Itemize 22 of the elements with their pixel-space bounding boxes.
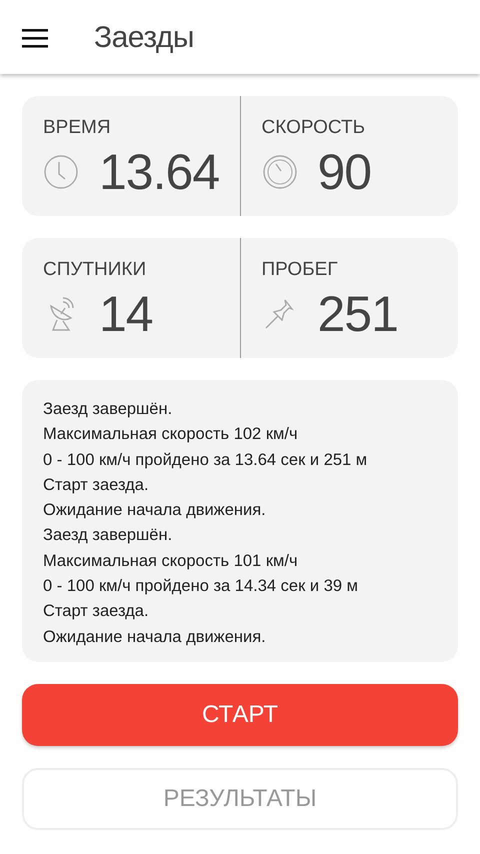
log-line: Ожидание начала движения. <box>43 500 266 522</box>
gauge-icon <box>262 154 298 190</box>
log-line: Ожидание начала движения. <box>43 626 266 648</box>
stat-label: ПРОБЕГ <box>262 258 338 282</box>
log-line: Старт заезда. <box>43 474 149 496</box>
stat-value: 14 <box>99 288 153 338</box>
stat-label: ВРЕМЯ <box>43 116 111 140</box>
clock-icon <box>43 154 79 190</box>
log-line: Максимальная скорость 101 км/ч <box>43 550 298 572</box>
log-line: Заезд завершён. <box>43 525 172 546</box>
screen-title: Заезды <box>94 20 194 56</box>
start-button[interactable]: СТАРТ <box>22 684 458 746</box>
stat-label: СПУТНИКИ <box>43 258 146 282</box>
log-line: 0 - 100 км/ч пройдено за 14.34 сек и 39 м <box>43 576 358 598</box>
log-line: Заезд завершён. <box>43 399 172 420</box>
log-line: Старт заезда. <box>43 601 149 622</box>
log-line: 0 - 100 км/ч пройдено за 13.64 сек и 251 м <box>43 450 368 471</box>
stat-value: 13.64 <box>99 146 220 196</box>
stat-label: СКОРОСТЬ <box>262 116 366 140</box>
log-line: Максимальная скорость 102 км/ч <box>43 424 298 446</box>
stat-value: 90 <box>318 146 372 196</box>
stat-value: 251 <box>318 288 398 338</box>
